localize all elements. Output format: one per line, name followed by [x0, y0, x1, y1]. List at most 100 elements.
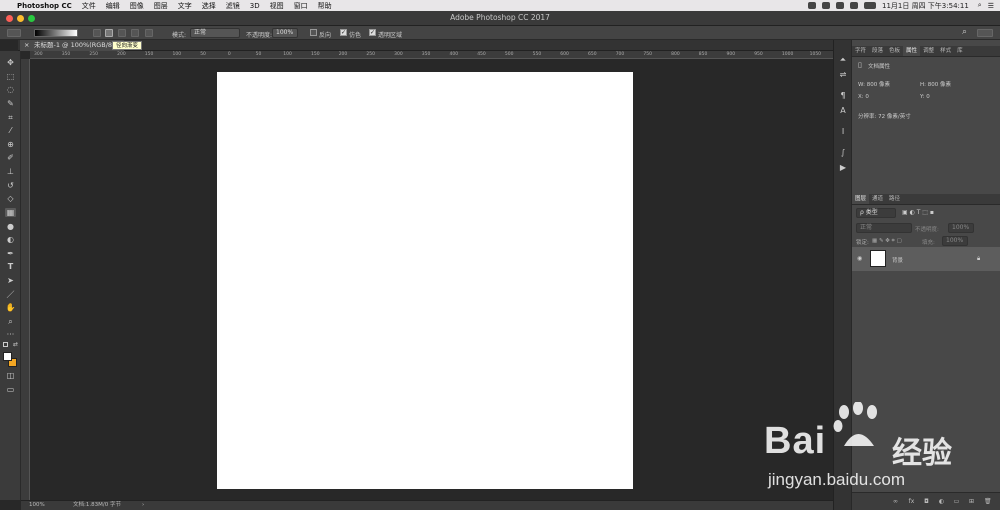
fill-input[interactable]: 100%: [942, 236, 968, 246]
screen-mode-icon[interactable]: ▭: [5, 385, 16, 394]
tab-character[interactable]: 字符: [852, 46, 869, 56]
zoom-level[interactable]: 100%: [29, 501, 45, 510]
visibility-eye-icon[interactable]: ◉: [857, 255, 862, 262]
tray-app-icon[interactable]: [836, 2, 844, 9]
menu-view[interactable]: 视图: [270, 1, 284, 11]
pen-tool-icon[interactable]: ✒: [5, 249, 16, 258]
tab-channels[interactable]: 通道: [869, 194, 886, 204]
vertical-ruler[interactable]: [21, 59, 30, 500]
brush-tool-icon[interactable]: ✐: [5, 153, 16, 162]
workspace-switcher[interactable]: [977, 29, 993, 37]
document-info[interactable]: 文档:1.83M/0 字节: [73, 501, 121, 510]
gradient-picker[interactable]: [34, 29, 78, 37]
menu-select[interactable]: 选择: [202, 1, 216, 11]
tab-libraries[interactable]: 库: [954, 46, 966, 56]
layer-opacity-input[interactable]: 100%: [948, 223, 974, 233]
menu-filter[interactable]: 滤镜: [226, 1, 240, 11]
blur-tool-icon[interactable]: ●: [5, 222, 16, 231]
tab-paths[interactable]: 路径: [886, 194, 903, 204]
close-tab-icon[interactable]: ×: [24, 40, 29, 51]
clock[interactable]: 11月1日 周四 下午3:54:11: [882, 1, 969, 11]
zoom-tool-icon[interactable]: ⌕: [5, 317, 16, 326]
reverse-checkbox[interactable]: [310, 29, 317, 36]
menu-image[interactable]: 图像: [130, 1, 144, 11]
character-panel-icon[interactable]: A: [838, 106, 848, 116]
layer-filter-icons[interactable]: ▣ ◐ T ⬚ ▪: [902, 209, 934, 216]
layer-filter-select[interactable]: ρ 类型: [856, 208, 896, 218]
brush-settings-icon[interactable]: ∫: [838, 148, 848, 158]
airplay-icon[interactable]: [850, 2, 858, 9]
adjustments-panel-icon[interactable]: ⇌: [838, 70, 848, 80]
reflected-gradient-button[interactable]: [131, 29, 139, 37]
healing-brush-tool-icon[interactable]: ⊕: [5, 140, 16, 149]
diamond-gradient-button[interactable]: [145, 29, 153, 37]
opacity-input[interactable]: 100%: [272, 28, 298, 38]
paragraph-panel-icon[interactable]: ¶: [838, 91, 848, 101]
document-canvas[interactable]: [217, 72, 633, 489]
tab-paragraph[interactable]: 段落: [869, 46, 886, 56]
app-menu[interactable]: Photoshop CC: [17, 2, 72, 10]
hand-tool-icon[interactable]: ✋: [5, 303, 16, 312]
angle-gradient-button[interactable]: [118, 29, 126, 37]
tab-properties[interactable]: 属性: [903, 46, 921, 56]
tab-styles[interactable]: 样式: [937, 46, 954, 56]
menu-type[interactable]: 文字: [178, 1, 192, 11]
lock-icons[interactable]: ▦ ✎ ✥ ⌗ ▢: [872, 238, 902, 245]
height-value[interactable]: H: 800 像素: [920, 80, 951, 88]
menu-list-icon[interactable]: ☰: [988, 2, 994, 10]
horizontal-ruler[interactable]: 300 350 250 200 150 100 50 0 50 100 150 200 250 300 35…: [30, 51, 833, 59]
crop-tool-icon[interactable]: ⌗: [5, 113, 16, 122]
battery-icon[interactable]: [864, 2, 876, 9]
menu-file[interactable]: 文件: [82, 1, 96, 11]
menu-layer[interactable]: 图层: [154, 1, 168, 11]
transparency-checkbox[interactable]: ✓: [369, 29, 376, 36]
layer-name[interactable]: 背景: [892, 256, 903, 264]
tab-layers[interactable]: 图层: [852, 194, 870, 204]
path-selection-tool-icon[interactable]: ➤: [5, 276, 16, 285]
wechat-icon[interactable]: [808, 2, 816, 9]
line-tool-icon[interactable]: ／: [5, 290, 16, 299]
history-panel-icon[interactable]: ⏶: [838, 55, 848, 65]
layer-thumbnail[interactable]: [870, 250, 886, 267]
swap-colors-icon[interactable]: ⇄: [13, 341, 18, 348]
gradient-tool-icon[interactable]: ▦: [5, 208, 16, 217]
menu-edit[interactable]: 编辑: [106, 1, 120, 11]
menu-help[interactable]: 帮助: [318, 1, 332, 11]
x-value[interactable]: X: 0: [858, 94, 869, 100]
tab-swatches[interactable]: 色板: [886, 46, 903, 56]
menu-window[interactable]: 窗口: [294, 1, 308, 11]
document-tab[interactable]: × 未标题-1 @ 100%(RGB/8*): [20, 40, 124, 51]
more-tools-icon[interactable]: ···: [5, 330, 16, 339]
width-value[interactable]: W: 800 像素: [858, 80, 890, 88]
quick-selection-tool-icon[interactable]: ✎: [5, 99, 16, 108]
status-menu-arrow-icon[interactable]: ›: [142, 501, 144, 510]
qq-icon[interactable]: [822, 2, 830, 9]
tool-preset-picker[interactable]: [7, 29, 21, 37]
y-value[interactable]: Y: 0: [920, 94, 930, 100]
history-brush-tool-icon[interactable]: ↺: [5, 181, 16, 190]
move-tool-icon[interactable]: ✥: [5, 58, 16, 67]
default-colors-icon[interactable]: [3, 342, 8, 347]
type-tool-icon[interactable]: T: [5, 262, 16, 271]
dodge-tool-icon[interactable]: ◐: [5, 235, 16, 244]
glyphs-panel-icon[interactable]: Ⅰ: [838, 127, 848, 137]
layer-blend-mode-select[interactable]: 正常: [856, 223, 912, 233]
spotlight-icon[interactable]: ⌕: [978, 1, 982, 10]
play-action-icon[interactable]: ▶: [838, 163, 848, 173]
eraser-tool-icon[interactable]: ◇: [5, 194, 16, 203]
canvas-area[interactable]: [30, 60, 833, 500]
search-icon[interactable]: ⌕: [962, 27, 967, 37]
mode-select[interactable]: 正常: [190, 28, 240, 38]
lasso-tool-icon[interactable]: ◌: [5, 85, 16, 94]
marquee-tool-icon[interactable]: ⬚: [5, 72, 16, 81]
layer-row-background[interactable]: ◉ 背景 🔒︎: [852, 247, 1000, 271]
linear-gradient-button[interactable]: [93, 29, 101, 37]
quick-mask-icon[interactable]: ◫: [5, 371, 16, 380]
eyedropper-tool-icon[interactable]: ⁄: [5, 126, 16, 135]
dither-checkbox[interactable]: ✓: [340, 29, 347, 36]
tab-adjustments[interactable]: 调整: [920, 46, 937, 56]
foreground-color-swatch[interactable]: [3, 352, 12, 361]
radial-gradient-button[interactable]: [105, 29, 113, 37]
clone-stamp-tool-icon[interactable]: ⊥: [5, 167, 16, 176]
menu-3d[interactable]: 3D: [250, 2, 260, 10]
